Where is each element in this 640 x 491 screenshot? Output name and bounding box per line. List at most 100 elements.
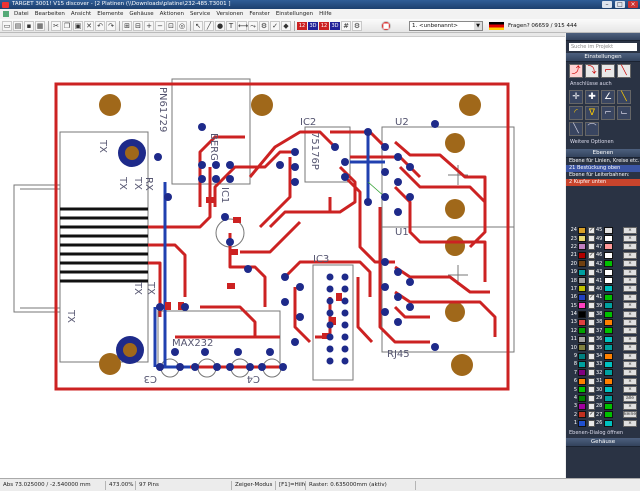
layer-color-swatch[interactable] [578,302,586,310]
pcb-drawing[interactable]: PN61729 BERG TX TX TX RX TX TX TX IC2 75… [0,37,565,478]
layer-visibility-checkbox[interactable] [588,369,595,377]
cross-cursor-icon[interactable]: ✛ [569,90,583,104]
layer-color-swatch-secondary[interactable] [604,402,613,410]
new-file-icon[interactable]: ▭ [2,20,12,31]
layer-toggle-icon[interactable]: ⨯ [623,327,637,335]
layer-visibility-checkbox[interactable] [588,335,595,343]
paste-icon[interactable]: ▣ [73,20,83,31]
layer-toggle-icon[interactable]: ⨯ [623,310,637,318]
layer-visibility-checkbox[interactable] [588,394,595,402]
layer-row[interactable]: 20 42 ⨯ [569,260,637,268]
layer-color-swatch[interactable] [578,360,586,368]
layer-visibility-checkbox[interactable]: ✓ [588,411,595,419]
menu-elemente[interactable]: Elemente [94,11,126,17]
menu-datei[interactable]: Datei [11,11,32,17]
menu-bearbeiten[interactable]: Bearbeiten [32,11,68,17]
layer-toggle-icon[interactable]: ⨯ [623,285,637,293]
layer-color-swatch[interactable] [578,277,586,285]
layer-toggle-icon[interactable]: ⨯ [623,402,637,410]
pcb-canvas[interactable]: PN61729 BERG TX TX TX RX TX TX TX IC2 75… [0,37,565,478]
menu-einstellungen[interactable]: Einstellungen [273,11,316,17]
layer-color-swatch-secondary[interactable] [604,377,613,385]
layer-color-swatch-secondary[interactable] [604,251,613,259]
layer-color-swatch-secondary[interactable] [604,268,613,276]
layer-color-swatch-secondary[interactable] [604,318,613,326]
layer-toggle-icon[interactable]: ⨯ [623,377,637,385]
layer-visibility-checkbox[interactable] [588,318,595,326]
route-a-icon[interactable]: ⌐ [601,106,615,120]
layer-tag-red[interactable]: 12 [297,21,307,30]
zoom-out-icon[interactable]: − [155,20,165,31]
layer-color-swatch[interactable] [578,251,586,259]
route-c-icon[interactable]: ╲ [569,122,583,136]
layer-color-swatch[interactable] [578,235,586,243]
save-icon[interactable]: ▪ [24,20,34,31]
layer-toggle-icon[interactable]: ⨯ [623,344,637,352]
layer-toggle-icon[interactable]: ⨯ [623,268,637,276]
layer-toggle-icon[interactable]: ⨯ [623,302,637,310]
text-icon[interactable]: T [226,20,236,31]
layer-color-swatch-secondary[interactable] [604,411,613,419]
layer-row[interactable]: 3 28 ⨯ [569,402,637,410]
layer-color-swatch[interactable] [578,386,586,394]
layer-visibility-checkbox[interactable] [588,285,595,293]
zoom-in-icon[interactable]: + [144,20,154,31]
layer-row[interactable]: 5 30 ⨯ [569,385,637,394]
layer-tag-3d[interactable]: 3D [308,21,318,30]
layer-visibility-checkbox[interactable] [588,327,595,335]
layer-color-swatch[interactable] [578,394,586,402]
layer-row[interactable]: 23 49 ⨯ [569,234,637,243]
layer-color-swatch-secondary[interactable] [604,277,613,285]
layer-color-swatch[interactable] [578,293,586,301]
trace-90-icon[interactable]: ⌐ [601,64,615,78]
route-b-icon[interactable]: ⌙ [617,106,631,120]
ebenen-dialog-link[interactable]: Ebenen-Dialog öffnen [569,430,623,436]
open-folder-icon[interactable]: ▤ [13,20,23,31]
layer-row[interactable]: 2 ✓ 27 keine [569,411,637,419]
redo-icon[interactable]: ↷ [106,20,116,31]
layer-row[interactable]: 19 43 ⨯ [569,268,637,276]
minimize-button[interactable]: – [602,1,612,8]
layer-color-swatch-secondary[interactable] [604,285,613,293]
layer-toggle-icon[interactable]: ⨯ [623,369,637,377]
layer-color-swatch-secondary[interactable] [604,335,613,343]
layer-color-swatch[interactable] [578,243,586,251]
layer-color-swatch[interactable] [578,260,586,268]
layer-toggle-icon[interactable]: ⨯ [623,260,637,268]
layer-row[interactable]: 1 26 ⨯ [569,419,637,427]
menu-versionen[interactable]: Versionen [213,11,246,17]
anschluss-checkbox[interactable]: Anschlüsse auch [566,80,640,88]
grid-icon[interactable]: # [341,20,351,31]
layer-row[interactable]: 10 35 ⨯ [569,343,637,352]
layer-color-swatch[interactable] [578,369,586,377]
cross-small-icon[interactable]: ✚ [585,90,599,104]
cut-icon[interactable]: ✂ [51,20,61,31]
layer-color-swatch-secondary[interactable] [604,302,613,310]
layer-color-swatch[interactable] [578,226,586,234]
search-input[interactable]: Suche im Projekt [569,43,637,51]
print-icon[interactable]: ▦ [35,20,45,31]
menu-ansicht[interactable]: Ansicht [68,11,94,17]
layer-color-swatch-secondary[interactable] [604,293,613,301]
layer-color-swatch-secondary[interactable] [604,352,613,360]
layout-icon[interactable]: ⊞ [122,20,132,31]
layer-visibility-checkbox[interactable] [588,277,595,285]
gehaeuse-header[interactable]: Gehäuse [566,438,640,447]
keine-button[interactable]: keine [623,411,637,419]
layer-row[interactable]: 14 38 ⨯ [569,310,637,318]
layer-row[interactable]: 22 47 ⨯ [569,243,637,251]
layer-row[interactable]: 18 41 ⨯ [569,276,637,285]
layer-row[interactable]: 13 38 ⨯ [569,318,637,326]
drc-icon[interactable]: ✓ [270,20,280,31]
layer-visibility-checkbox[interactable] [588,402,595,410]
arc-icon[interactable]: ◜ [569,106,583,120]
layer-tag-red-2[interactable]: 12 [319,21,329,30]
ebenen-header[interactable]: Ebenen [566,149,640,158]
menu-service[interactable]: Service [187,11,213,17]
layer-visibility-checkbox[interactable] [588,377,595,385]
layer-row[interactable]: 17 40 ⨯ [569,285,637,293]
3d-icon[interactable]: ◆ [281,20,291,31]
menu-gehaeuse[interactable]: Gehäuse [126,11,156,17]
curve-icon[interactable]: ᐁ [585,106,599,120]
layer-toggle-icon[interactable]: ⨯ [623,386,637,394]
